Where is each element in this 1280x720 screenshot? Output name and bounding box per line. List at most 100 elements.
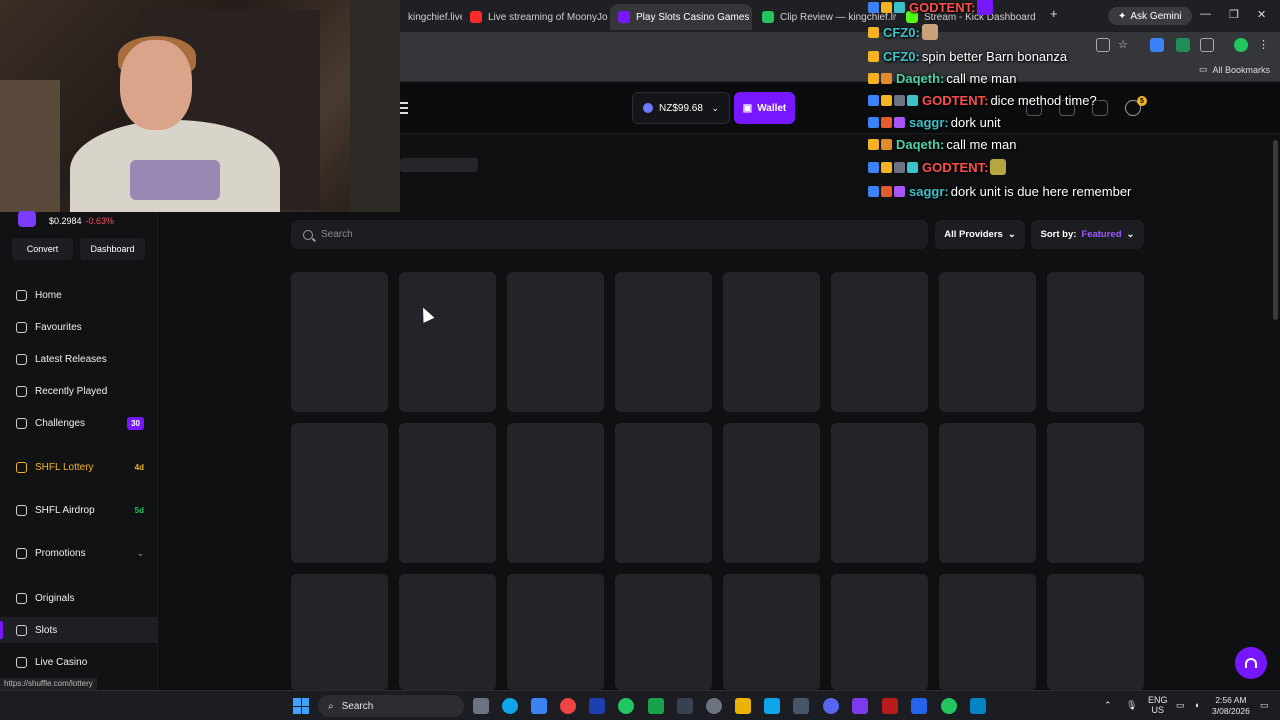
sidebar-item-originals[interactable]: Originals: [0, 585, 158, 611]
game-card-placeholder[interactable]: [615, 574, 712, 690]
steam-icon[interactable]: [589, 698, 605, 714]
app-icon[interactable]: [531, 698, 547, 714]
all-bookmarks-button[interactable]: ▭ All Bookmarks: [1199, 64, 1270, 75]
app-icon[interactable]: [970, 698, 986, 714]
sidebar-item-live-casino[interactable]: Live Casino: [0, 649, 158, 675]
game-card-placeholder[interactable]: [399, 574, 496, 690]
chat-username: saggr:: [909, 183, 949, 199]
app-icon[interactable]: [882, 698, 898, 714]
crown-badge-icon: [868, 26, 879, 38]
window-close-icon[interactable]: ✕: [1257, 8, 1266, 21]
chat-username: GODTENT:: [922, 159, 989, 175]
xbox-icon[interactable]: [648, 698, 664, 714]
app-icon[interactable]: [793, 698, 809, 714]
edge-icon[interactable]: [502, 698, 518, 714]
game-card-placeholder[interactable]: [399, 272, 496, 412]
game-card-placeholder[interactable]: [507, 423, 604, 563]
profile-avatar-icon[interactable]: [1234, 38, 1248, 52]
taskbar-clock[interactable]: 2:56 AM 3/08/2026: [1212, 695, 1250, 717]
providers-dropdown[interactable]: All Providers ⌄: [935, 220, 1025, 249]
extension-icon[interactable]: [1176, 38, 1190, 52]
region-code: US: [1151, 705, 1165, 715]
game-card-placeholder[interactable]: [831, 423, 928, 563]
chat-message: GODTENT:: [868, 0, 994, 17]
app-icon[interactable]: [677, 698, 693, 714]
sidebar-item-recently-played[interactable]: Recently Played: [0, 378, 158, 404]
sidebar-item-latest-releases[interactable]: Latest Releases: [0, 346, 158, 372]
menu-kebab-icon[interactable]: ⋮: [1258, 38, 1272, 52]
sidebar-item-promotions[interactable]: Promotions ⌄: [0, 540, 158, 566]
game-card-placeholder[interactable]: [1047, 574, 1144, 690]
store-icon[interactable]: [764, 698, 780, 714]
chat-message: saggr: dork unit is due here remember: [868, 181, 1131, 201]
notifications-icon[interactable]: ▭: [1260, 700, 1269, 711]
spotify-icon[interactable]: [941, 698, 957, 714]
microphone-icon[interactable]: 🎙: [1126, 700, 1137, 711]
dashboard-button[interactable]: Dashboard: [80, 238, 145, 260]
game-card-placeholder[interactable]: [939, 272, 1036, 412]
extensions-puzzle-icon[interactable]: [1200, 38, 1214, 52]
sidebar-item-shfl-lottery[interactable]: SHFL Lottery 4d: [0, 454, 158, 480]
game-card-placeholder[interactable]: [291, 423, 388, 563]
game-card-placeholder[interactable]: [831, 272, 928, 412]
slots-icon: [16, 624, 27, 636]
support-chat-button[interactable]: [1235, 647, 1267, 679]
game-card-placeholder[interactable]: [939, 423, 1036, 563]
chat-message: GODTENT: dice method time?: [868, 90, 1097, 110]
game-card-placeholder[interactable]: [831, 574, 928, 690]
sheets-icon: [762, 11, 774, 23]
badge-icon: [881, 185, 892, 197]
game-card-placeholder[interactable]: [615, 272, 712, 412]
game-card-placeholder[interactable]: [723, 423, 820, 563]
game-card-placeholder[interactable]: [723, 272, 820, 412]
network-icon[interactable]: ▭: [1176, 700, 1185, 711]
token-price-change: -0.63%: [85, 216, 115, 226]
game-card-placeholder[interactable]: [1047, 423, 1144, 563]
tab-kingchief[interactable]: kingchief.live ✕: [400, 4, 462, 30]
balance-selector[interactable]: NZ$99.68 ⌄: [632, 92, 730, 124]
chrome-icon[interactable]: [618, 698, 634, 714]
task-view-icon[interactable]: [473, 698, 489, 714]
convert-button[interactable]: Convert: [12, 238, 73, 260]
file-explorer-icon[interactable]: [735, 698, 751, 714]
chat-username: CFZ0:: [883, 24, 920, 40]
game-card-placeholder[interactable]: [399, 423, 496, 563]
history-icon: [16, 385, 27, 397]
minimize-icon[interactable]: —: [1200, 8, 1211, 20]
tray-chevron-icon[interactable]: ⌃: [1104, 700, 1112, 711]
game-card-placeholder[interactable]: [939, 574, 1036, 690]
game-card-placeholder[interactable]: [723, 574, 820, 690]
gift-icon: [16, 547, 27, 559]
game-search-input[interactable]: Search: [291, 220, 928, 249]
sort-dropdown[interactable]: Sort by: Featured ⌄: [1031, 220, 1144, 249]
volume-icon[interactable]: ◖: [1194, 700, 1199, 710]
settings-icon[interactable]: [706, 698, 722, 714]
wallet-button[interactable]: ▣ Wallet: [734, 92, 795, 124]
sidebar-item-favourites[interactable]: Favourites: [0, 314, 158, 340]
app-icon[interactable]: [560, 698, 576, 714]
tab-moonyjol[interactable]: Live streaming of MoonyJol ✕: [462, 4, 608, 30]
sidebar-item-label: SHFL Lottery: [35, 461, 94, 473]
windows-start-icon[interactable]: [293, 698, 309, 714]
game-card-placeholder[interactable]: [291, 272, 388, 412]
sidebar-item-home[interactable]: Home: [0, 282, 158, 308]
taskbar-search[interactable]: ⌕ Search: [318, 695, 464, 717]
app-icon[interactable]: [911, 698, 927, 714]
language-indicator[interactable]: ENG US: [1148, 695, 1168, 715]
discord-icon[interactable]: [823, 698, 839, 714]
chevron-down-icon[interactable]: ⌄: [136, 548, 144, 559]
crown-badge-icon: [881, 1, 892, 13]
game-card-placeholder[interactable]: [1047, 272, 1144, 412]
game-card-placeholder[interactable]: [291, 574, 388, 690]
game-card-placeholder[interactable]: [507, 574, 604, 690]
sidebar-item-slots[interactable]: Slots: [0, 617, 158, 643]
app-icon[interactable]: [852, 698, 868, 714]
game-card-placeholder[interactable]: [615, 423, 712, 563]
sidebar-item-shfl-airdrop[interactable]: SHFL Airdrop 5d: [0, 497, 158, 523]
tab-shuffle-slots[interactable]: Play Slots Casino Games | S ✕: [610, 4, 752, 30]
chat-username: GODTENT:: [909, 0, 976, 15]
sidebar-item-challenges[interactable]: Challenges 30: [0, 410, 158, 436]
game-card-placeholder[interactable]: [507, 272, 604, 412]
maximize-icon[interactable]: ❐: [1229, 8, 1239, 21]
page-scrollbar[interactable]: [1273, 140, 1278, 320]
